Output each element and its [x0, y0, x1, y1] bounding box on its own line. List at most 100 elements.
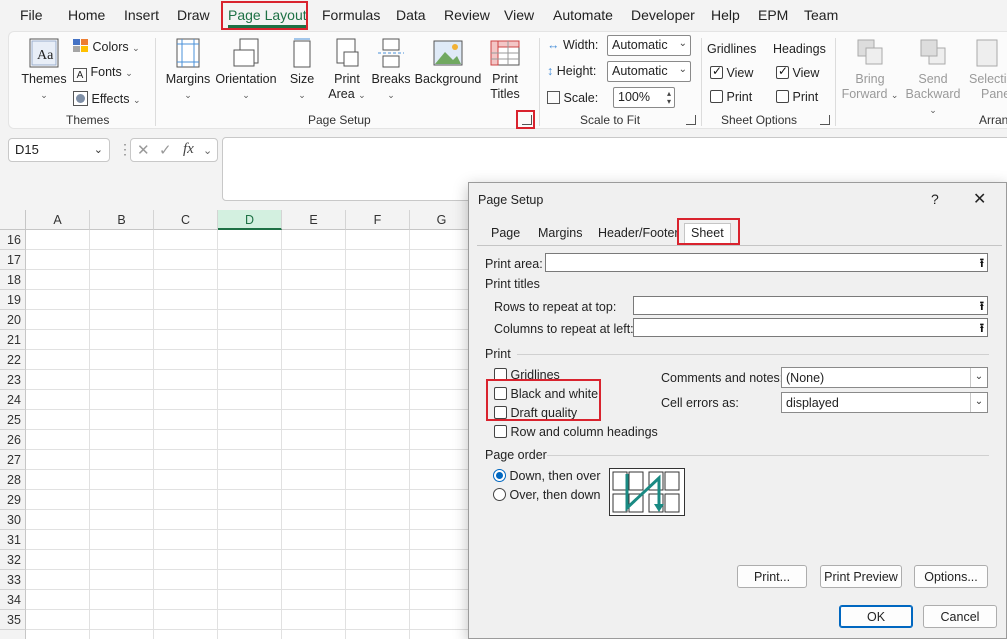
collapse-dialog-icon[interactable]: ⭱ — [980, 254, 984, 275]
down-then-over-radio[interactable] — [493, 469, 506, 482]
orientation-button[interactable]: Orientation ⌄ — [213, 38, 279, 103]
chevron-down-icon[interactable]: ⌄ — [203, 144, 212, 157]
gridlines-print-checkbox[interactable]: Print — [710, 90, 752, 104]
checkbox[interactable] — [776, 90, 789, 103]
size-button[interactable]: Size ⌄ — [285, 38, 319, 103]
send-backward-button[interactable]: Send Backward ⌄ — [901, 38, 965, 118]
row-header[interactable]: 20 — [0, 310, 26, 330]
chevron-down-icon[interactable]: ⌄ — [970, 393, 987, 412]
row-header[interactable]: 17 — [0, 250, 26, 270]
row-header[interactable]: 33 — [0, 570, 26, 590]
spinner-icon[interactable]: ▴ ▾ — [667, 90, 671, 106]
column-header[interactable]: A — [26, 210, 90, 230]
print-preview-button[interactable]: Print Preview — [820, 565, 902, 588]
ok-button[interactable]: OK — [839, 605, 913, 628]
menu-home[interactable]: Home — [68, 7, 105, 23]
print-titles-button[interactable]: Print Titles — [485, 38, 525, 102]
row-header[interactable]: 19 — [0, 290, 26, 310]
sheet-options-launcher-icon[interactable] — [820, 115, 830, 125]
row-header[interactable]: 35 — [0, 610, 26, 630]
collapse-dialog-icon[interactable]: ⭱ — [980, 319, 984, 340]
rows-repeat-input[interactable]: ⭱ — [633, 296, 988, 315]
options-button[interactable]: Options... — [914, 565, 988, 588]
tab-page[interactable]: Page — [491, 226, 520, 240]
tab-margins[interactable]: Margins — [538, 226, 582, 240]
cell-errors-select[interactable]: displayed ⌄ — [781, 392, 988, 413]
row-header[interactable]: 30 — [0, 510, 26, 530]
column-header[interactable]: C — [154, 210, 218, 230]
row-header[interactable]: 26 — [0, 430, 26, 450]
select-all-corner[interactable] — [0, 210, 26, 230]
cancel-icon[interactable]: ✕ — [137, 141, 150, 159]
scale-stepper[interactable]: 100% ▴ ▾ — [613, 87, 675, 108]
comments-select[interactable]: (None) ⌄ — [781, 367, 988, 388]
row-header[interactable]: 21 — [0, 330, 26, 350]
row-header[interactable]: 28 — [0, 470, 26, 490]
row-header[interactable]: 23 — [0, 370, 26, 390]
height-select[interactable]: Automatic ⌄ — [607, 61, 691, 82]
headings-print-checkbox[interactable]: Print — [776, 90, 818, 104]
breaks-button[interactable]: Breaks ⌄ — [371, 38, 411, 103]
column-header[interactable]: G — [410, 210, 474, 230]
name-box[interactable]: D15 ⌄ — [8, 138, 110, 162]
menu-insert[interactable]: Insert — [124, 7, 159, 23]
bring-forward-button[interactable]: Bring Forward ⌄ — [841, 38, 899, 103]
chevron-down-icon[interactable]: ⌄ — [94, 143, 103, 156]
row-header[interactable] — [0, 630, 26, 639]
menu-file[interactable]: File — [20, 7, 43, 23]
print-area-input[interactable]: ⭱ — [545, 253, 988, 272]
scale-to-fit-launcher-icon[interactable] — [686, 115, 696, 125]
over-then-down-radio[interactable] — [493, 488, 506, 501]
checkbox[interactable] — [776, 64, 789, 79]
menu-draw[interactable]: Draw — [177, 7, 210, 23]
row-col-headings-checkbox[interactable] — [494, 425, 507, 438]
over-then-down-radio-row[interactable]: Over, then down — [493, 488, 601, 502]
row-header[interactable]: 32 — [0, 550, 26, 570]
row-header[interactable]: 31 — [0, 530, 26, 550]
print-button[interactable]: Print... — [737, 565, 807, 588]
row-col-headings-checkbox-row[interactable]: Row and column headings — [494, 425, 658, 439]
fonts-button[interactable]: A Fonts ⌄ — [73, 65, 133, 82]
collapse-dialog-icon[interactable]: ⭱ — [980, 297, 984, 318]
menu-developer[interactable]: Developer — [631, 7, 695, 23]
background-button[interactable]: Background — [413, 38, 483, 87]
width-select[interactable]: Automatic ⌄ — [607, 35, 691, 56]
colors-button[interactable]: Colors ⌄ — [73, 39, 140, 54]
margins-button[interactable]: Margins ⌄ — [161, 38, 215, 103]
cancel-button[interactable]: Cancel — [923, 605, 997, 628]
row-header[interactable]: 22 — [0, 350, 26, 370]
tab-header-footer[interactable]: Header/Footer — [598, 226, 679, 240]
effects-button[interactable]: Effects ⌄ — [73, 91, 141, 106]
cols-repeat-input[interactable]: ⭱ — [633, 318, 988, 337]
column-header[interactable]: B — [90, 210, 154, 230]
close-icon[interactable]: ✕ — [973, 189, 986, 209]
row-header[interactable]: 27 — [0, 450, 26, 470]
menu-view[interactable]: View — [504, 7, 534, 23]
print-area-button[interactable]: Print Area ⌄ — [327, 38, 367, 103]
menu-team[interactable]: Team — [804, 7, 838, 23]
menu-help[interactable]: Help — [711, 7, 740, 23]
down-then-over-radio-row[interactable]: Down, then over — [493, 469, 601, 483]
confirm-icon[interactable]: ✓ — [159, 141, 172, 159]
themes-button[interactable]: Aa Themes ⌄ — [21, 38, 67, 103]
help-icon[interactable]: ? — [931, 191, 939, 207]
row-header[interactable]: 16 — [0, 230, 26, 250]
checkbox[interactable] — [710, 64, 723, 79]
row-header[interactable]: 18 — [0, 270, 26, 290]
checkbox[interactable] — [710, 90, 723, 103]
selection-pane-button[interactable]: Selecti Pane — [969, 38, 1007, 102]
column-header-selected[interactable]: D — [218, 210, 282, 230]
menu-data[interactable]: Data — [396, 7, 426, 23]
menu-formulas[interactable]: Formulas — [322, 7, 380, 23]
row-header[interactable]: 25 — [0, 410, 26, 430]
insert-function-icon[interactable]: fx — [183, 141, 194, 158]
gridlines-view-checkbox[interactable]: View — [710, 64, 753, 80]
menu-automate[interactable]: Automate — [553, 7, 613, 23]
chevron-down-icon[interactable]: ⌄ — [970, 368, 987, 387]
column-header[interactable]: F — [346, 210, 410, 230]
row-header[interactable]: 34 — [0, 590, 26, 610]
headings-view-checkbox[interactable]: View — [776, 64, 819, 80]
column-header[interactable]: E — [282, 210, 346, 230]
row-header[interactable]: 24 — [0, 390, 26, 410]
menu-review[interactable]: Review — [444, 7, 490, 23]
